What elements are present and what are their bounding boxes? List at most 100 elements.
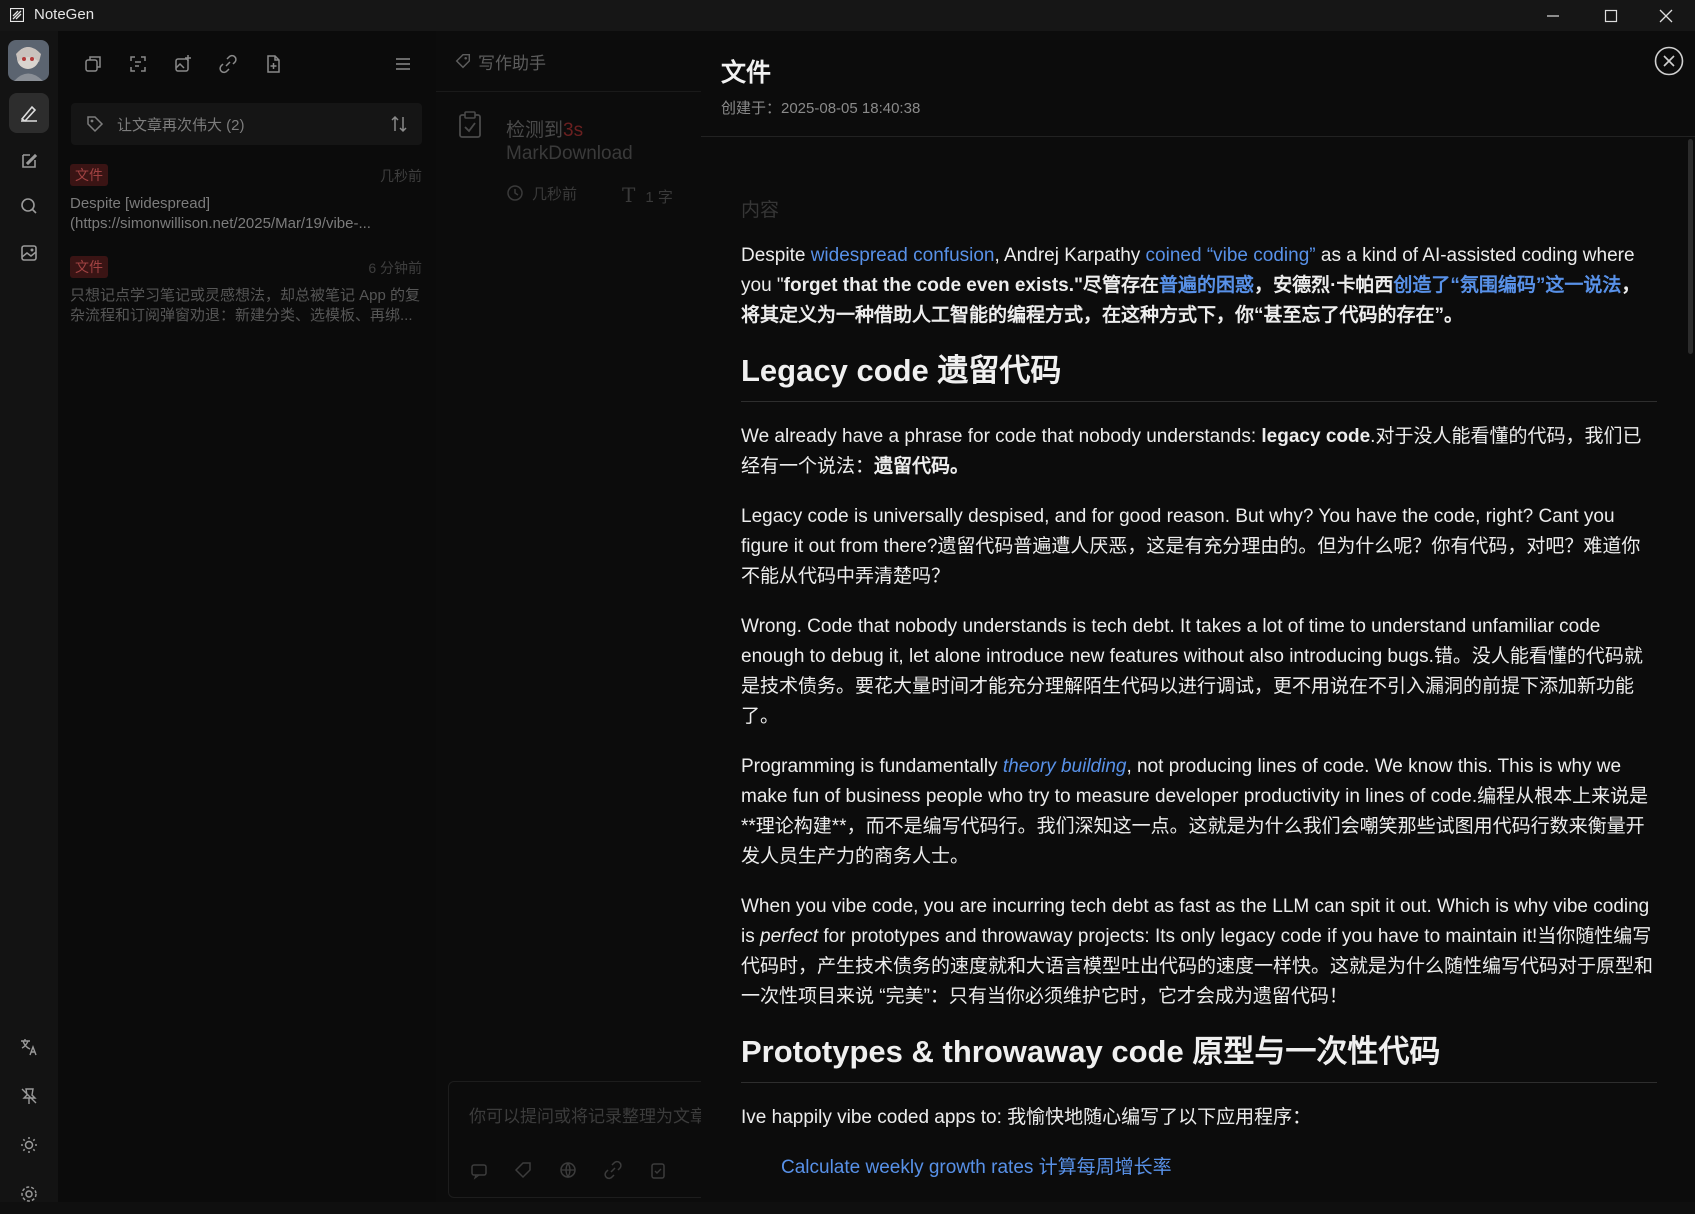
heading-legacy-code: Legacy code 遗留代码: [741, 351, 1657, 402]
tag-selector[interactable]: 让文章再次伟大 (2): [71, 103, 422, 145]
tag-icon: [87, 116, 104, 133]
close-detail-button[interactable]: [1654, 46, 1684, 76]
add-file-button[interactable]: [258, 49, 288, 79]
divider: [701, 136, 1695, 137]
record-panel: 写作助手 检测到3s MarkDownload 几秒前 T1 字 你可以提问或将…: [436, 31, 702, 1202]
globe-icon[interactable]: [558, 1160, 578, 1180]
theme-button[interactable]: [9, 1125, 49, 1165]
tag-selector-label: 让文章再次伟大 (2): [117, 117, 245, 134]
paragraph: Wrong. Code that nobody understands is t…: [741, 616, 1643, 727]
search-icon: [21, 198, 37, 214]
translate-icon: [21, 1039, 37, 1056]
detail-created-time: 创建于：2025-08-05 18:40:38: [721, 100, 921, 117]
link-theory-building[interactable]: theory building: [1003, 756, 1127, 777]
title-bar: NoteGen: [0, 0, 1695, 32]
chat-placeholder: 你可以提问或将记录整理为文章: [469, 1107, 702, 1126]
write-nav-button[interactable]: [9, 141, 49, 181]
chat-input[interactable]: 你可以提问或将记录整理为文章: [448, 1081, 702, 1198]
notes-panel: 让文章再次伟大 (2) 文件 几秒前 Despite [widespread] …: [58, 31, 437, 1202]
app-logo-icon: [10, 8, 24, 22]
paragraph: When you vibe code, you are incurring te…: [741, 896, 1654, 1007]
scan-text-icon: [130, 56, 146, 72]
record-word-count: T1 字: [622, 183, 673, 207]
content-label: 内容: [741, 200, 780, 221]
copy-button[interactable]: [78, 49, 108, 79]
minimize-icon: [1547, 14, 1559, 17]
note-preview-line: (https://simonwillison.net/2025/Mar/19/v…: [70, 215, 371, 232]
link-button[interactable]: [213, 49, 243, 79]
clipboard-icon[interactable]: [648, 1160, 668, 1180]
paragraph: Despite widespread confusion, Andrej Kar…: [741, 245, 1641, 326]
text-icon: T: [622, 183, 636, 207]
record-title-highlight: 3s: [563, 120, 584, 141]
translate-button[interactable]: [9, 1027, 49, 1067]
file-detail-panel: 文件 创建于：2025-08-05 18:40:38 内容 Despite wi…: [701, 31, 1695, 1202]
list-item: Calculate weekly growth rates 计算每周增长率: [781, 1153, 1657, 1183]
divider: [436, 91, 701, 92]
link-coined-vibe-coding[interactable]: coined “vibe coding”: [1146, 245, 1316, 266]
bot-icon[interactable]: [469, 1160, 489, 1180]
link-widespread-confusion[interactable]: widespread confusion: [811, 245, 995, 266]
link-icon[interactable]: [603, 1160, 623, 1180]
app-list: Calculate weekly growth rates 计算每周增长率: [741, 1153, 1657, 1183]
settings-button[interactable]: [9, 1174, 49, 1214]
avatar-image: [8, 40, 49, 81]
main-sidebar: [0, 31, 59, 1202]
paragraph: Ive happily vibe coded apps to: 我愉快地随心编写…: [741, 1107, 1312, 1128]
maximize-icon: [1604, 9, 1618, 22]
pin-button[interactable]: [9, 1076, 49, 1116]
record-source: MarkDownload: [506, 143, 633, 164]
scan-button[interactable]: [123, 49, 153, 79]
link-cn-coined[interactable]: 创造了“氛围编码”这一说法: [1393, 275, 1621, 296]
heading-prototypes: Prototypes & throwaway code 原型与一次性代码: [741, 1032, 1657, 1083]
app-title: NoteGen: [34, 6, 95, 23]
list-item[interactable]: 文件 几秒前 Despite [widespread] (https://sim…: [70, 164, 426, 234]
minimize-button[interactable]: [1524, 0, 1582, 31]
detail-content: 内容 Despite widespread confusion, Andrej …: [741, 196, 1657, 1183]
paragraph: Programming is fundamentally theory buil…: [741, 756, 1649, 867]
menu-button[interactable]: [388, 49, 418, 79]
link-icon: [219, 54, 237, 74]
search-nav-button[interactable]: [9, 186, 49, 226]
edit-icon: [22, 153, 38, 168]
detail-title: 文件: [721, 59, 772, 87]
record-title[interactable]: 检测到3s: [506, 115, 583, 142]
maximize-button[interactable]: [1582, 0, 1640, 31]
pin-off-icon: [21, 1088, 37, 1104]
image-nav-button[interactable]: [9, 233, 49, 273]
avatar[interactable]: [8, 40, 49, 81]
record-nav-button[interactable]: [9, 93, 49, 133]
add-image-button[interactable]: [168, 49, 198, 79]
record-panel-title: 写作助手: [478, 54, 546, 73]
paragraph: We already have a phrase for code that n…: [741, 426, 1642, 477]
list-item[interactable]: 文件 6 分钟前 只想记点学习笔记或灵感想法，却总被笔记 App 的复 杂流程和…: [70, 256, 426, 326]
note-preview-line: Despite [widespread]: [70, 195, 211, 212]
sun-icon: [21, 1137, 37, 1153]
image-icon: [21, 245, 37, 261]
tag-icon[interactable]: [513, 1160, 533, 1180]
sort-icon[interactable]: [390, 114, 408, 134]
record-time: 几秒前: [506, 183, 577, 204]
clipboard-check-icon: [459, 111, 481, 138]
link-weekly-growth[interactable]: Calculate weekly growth rates 计算每周增长率: [781, 1157, 1172, 1178]
note-time: 6 分钟前: [368, 260, 422, 276]
close-window-button[interactable]: [1637, 0, 1695, 31]
tag-icon: [455, 53, 471, 69]
note-type-badge: 文件: [70, 164, 108, 186]
menu-icon: [396, 58, 410, 70]
note-preview-line: 只想记点学习笔记或灵感想法，却总被笔记 App 的复: [70, 287, 421, 304]
gear-icon: [21, 1186, 37, 1202]
link-cn-confusion[interactable]: 普遍的困惑: [1159, 275, 1254, 296]
note-time: 几秒前: [380, 168, 422, 184]
close-circle-icon: [1654, 46, 1684, 76]
clock-icon: [507, 185, 523, 201]
copy-icon: [85, 56, 101, 72]
note-preview-line: 杂流程和订阅弹窗劝退：新建分类、选模板、再绑...: [70, 307, 413, 324]
scrollbar[interactable]: [1688, 139, 1693, 354]
close-icon: [1659, 9, 1673, 22]
file-plus-icon: [267, 55, 280, 73]
image-plus-icon: [175, 55, 191, 72]
pen-sign-icon: [20, 105, 37, 123]
paragraph: Legacy code is universally despised, and…: [741, 506, 1641, 587]
note-type-badge: 文件: [70, 256, 108, 278]
